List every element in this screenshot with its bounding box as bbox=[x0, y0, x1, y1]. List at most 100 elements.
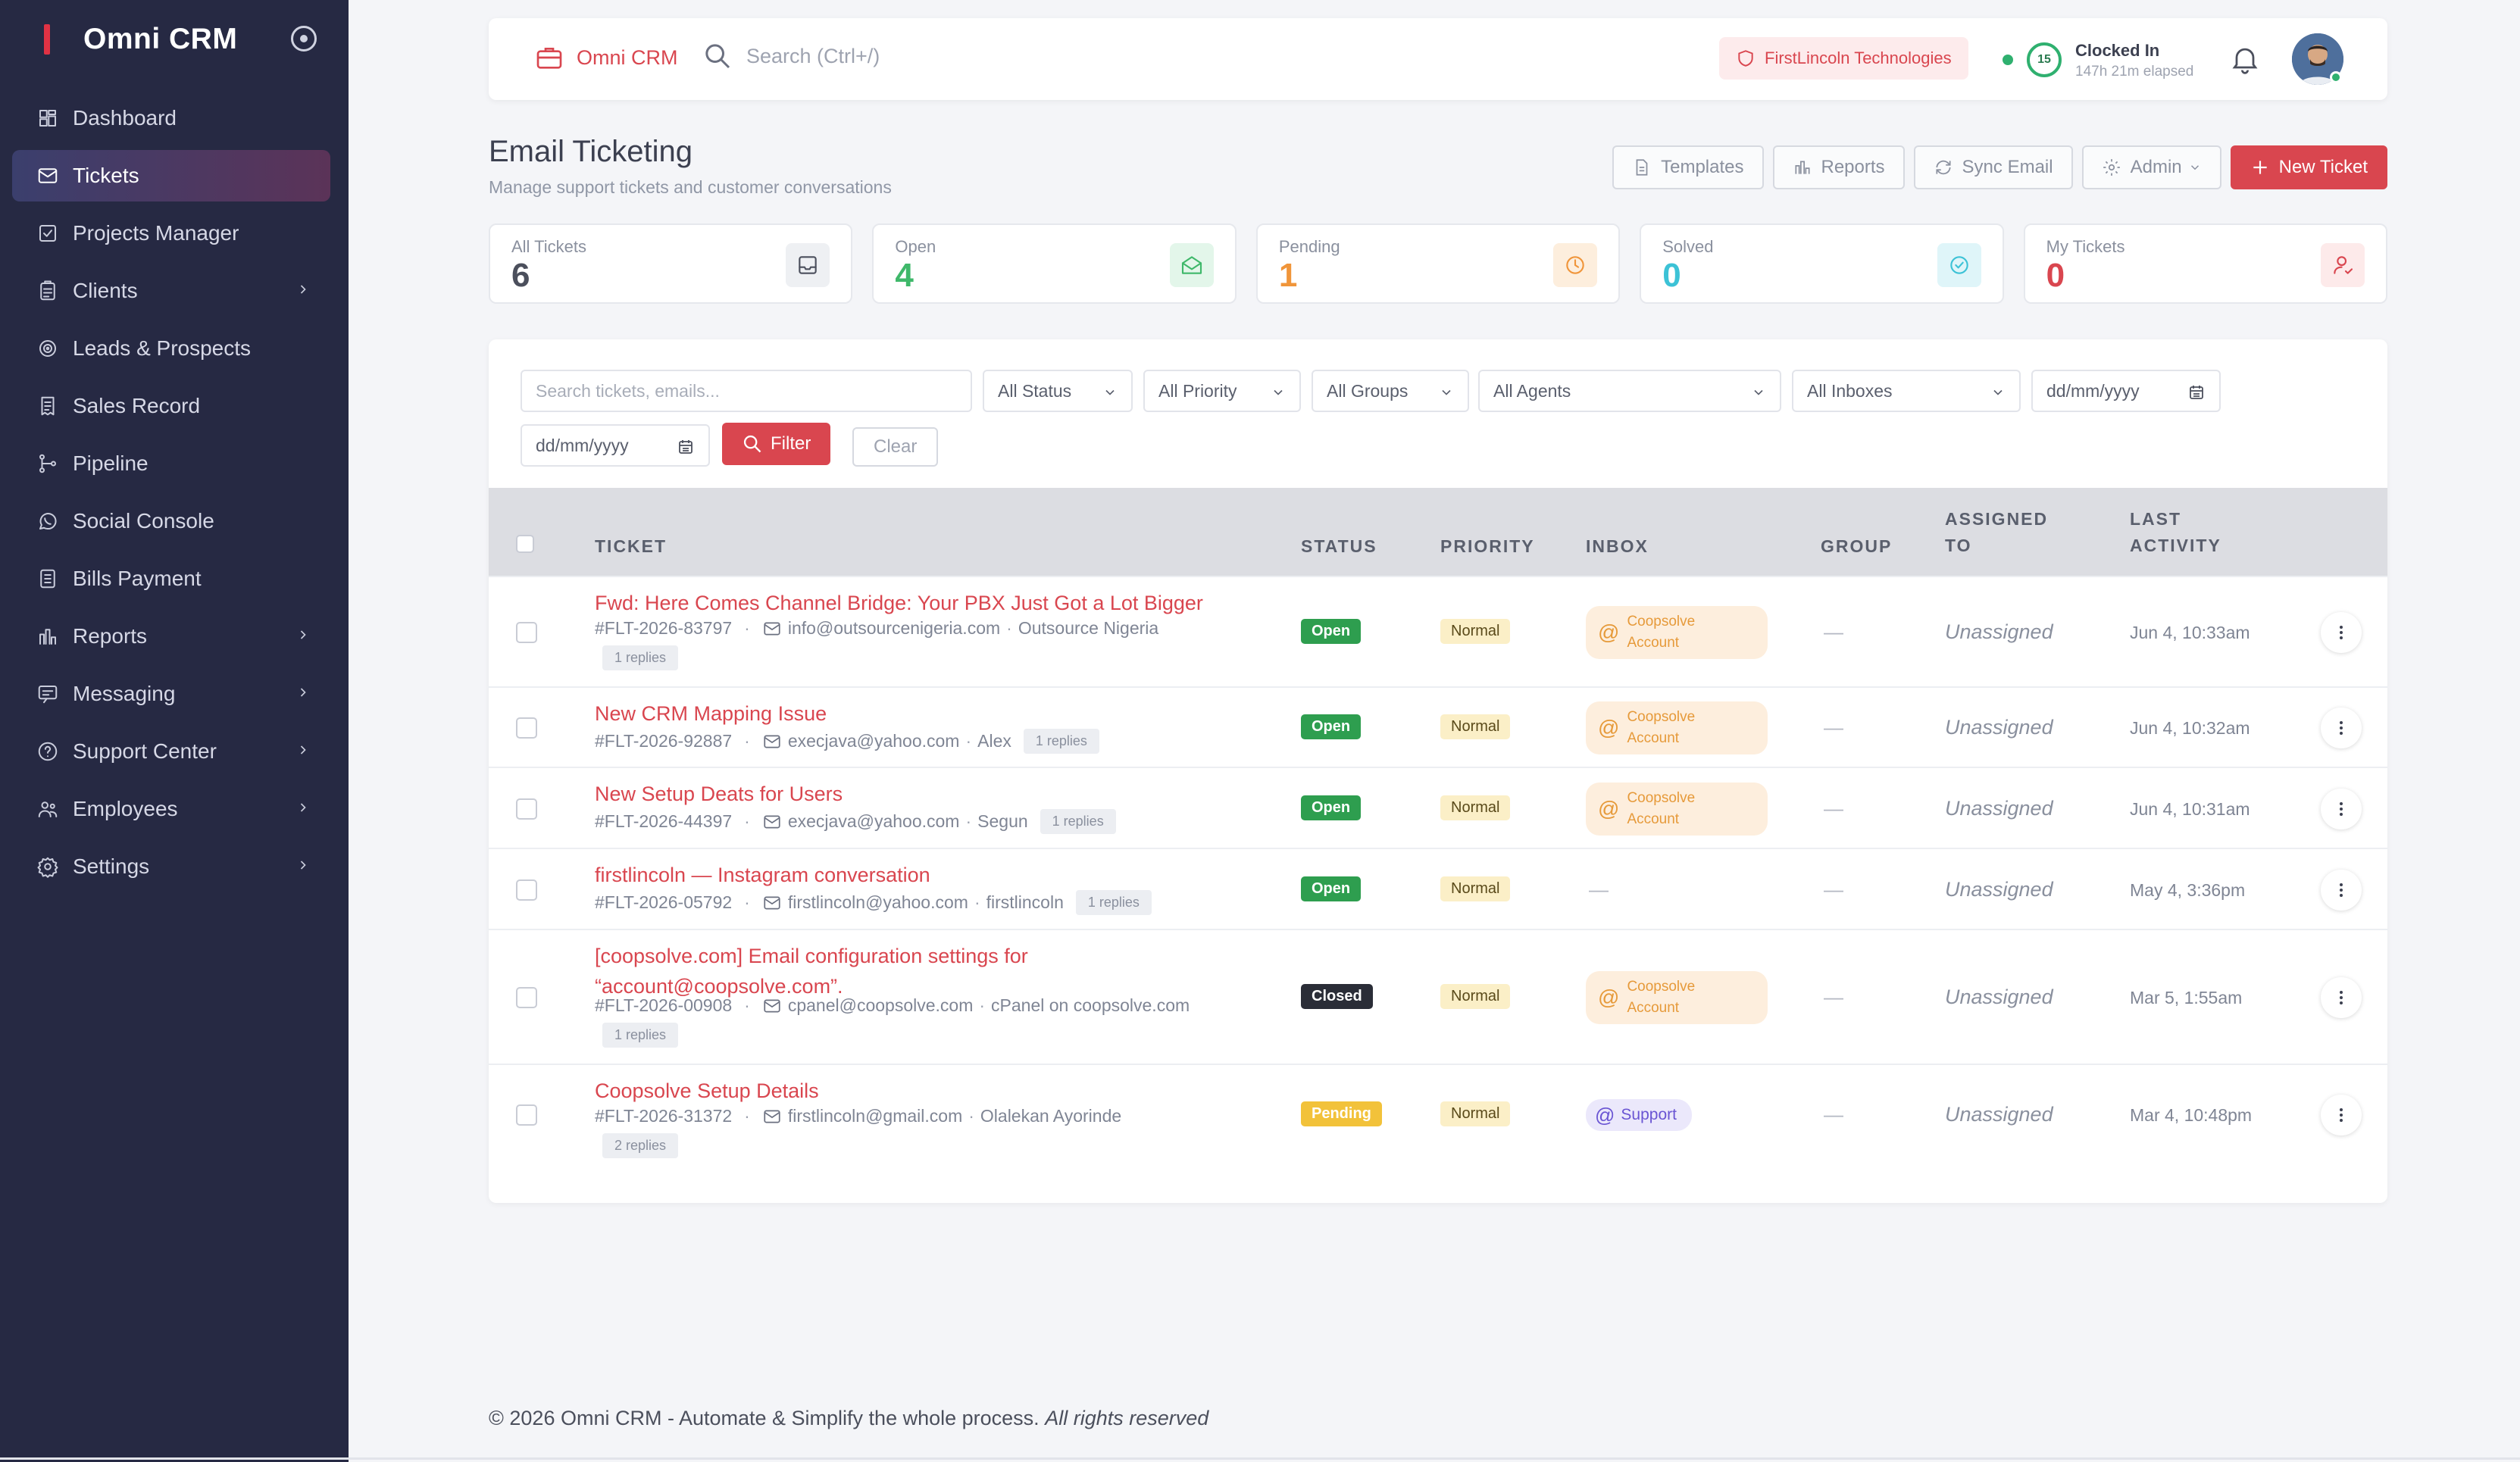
sidebar-brand: Omni CRM bbox=[44, 21, 332, 58]
status-select[interactable]: All Status bbox=[983, 370, 1133, 412]
row-checkbox[interactable] bbox=[516, 1104, 537, 1126]
bell-icon[interactable] bbox=[2228, 42, 2262, 76]
row-checkbox[interactable] bbox=[516, 987, 537, 1008]
sidebar-item-leads-prospects[interactable]: Leads & Prospects bbox=[12, 323, 330, 374]
filter-button[interactable]: Filter bbox=[722, 423, 831, 465]
inbox-name-line1: Coopsolve bbox=[1627, 709, 1696, 725]
sidebar-item-clients[interactable]: Clients bbox=[12, 265, 330, 317]
row-checkbox[interactable] bbox=[516, 798, 537, 820]
priority-select[interactable]: All Priority bbox=[1143, 370, 1301, 412]
sidebar-item-settings[interactable]: Settings bbox=[12, 841, 330, 892]
row-actions-button[interactable] bbox=[2321, 788, 2362, 829]
col-last-activity[interactable]: LAST ACTIVITY bbox=[2130, 506, 2221, 559]
sidebar-item-tickets[interactable]: Tickets bbox=[12, 150, 330, 201]
sidebar-item-support-center[interactable]: Support Center bbox=[12, 726, 330, 777]
stat-card-open[interactable]: Open 4 bbox=[872, 223, 1237, 304]
company-switcher[interactable]: FirstLincoln Technologies bbox=[1719, 37, 1968, 80]
topbar-brand[interactable]: Omni CRM bbox=[534, 42, 678, 73]
col-inbox[interactable]: INBOX bbox=[1586, 533, 1649, 560]
pipeline-icon bbox=[36, 452, 59, 475]
reports-button[interactable]: Reports bbox=[1772, 145, 1905, 189]
sidebar-toggle-icon[interactable] bbox=[291, 26, 317, 52]
sidebar-item-social-console[interactable]: Social Console bbox=[12, 495, 330, 547]
row-actions-button[interactable] bbox=[2321, 1095, 2362, 1136]
mail-icon bbox=[764, 815, 780, 828]
ticket-email: execjava@yahoo.com bbox=[787, 731, 960, 751]
sidebar-item-pipeline[interactable]: Pipeline bbox=[12, 438, 330, 489]
row-actions-button[interactable] bbox=[2321, 708, 2362, 748]
group-value: — bbox=[1824, 716, 1843, 739]
row-actions-button[interactable] bbox=[2321, 869, 2362, 911]
new-ticket-button[interactable]: New Ticket bbox=[2230, 145, 2387, 189]
table-row[interactable]: Fwd: Here Comes Channel Bridge: Your PBX… bbox=[489, 576, 2387, 686]
row-actions-button[interactable] bbox=[2321, 977, 2362, 1018]
groups-select[interactable]: All Groups bbox=[1312, 370, 1469, 412]
ticket-title[interactable]: Coopsolve Setup Details bbox=[595, 1076, 819, 1106]
clear-button[interactable]: Clear bbox=[852, 427, 939, 467]
status-badge: Closed bbox=[1301, 984, 1373, 1009]
assigned-value[interactable]: Unassigned bbox=[1945, 878, 2053, 901]
table-row[interactable]: Coopsolve Setup Details #FLT-2026-31372 · f… bbox=[489, 1064, 2387, 1164]
sync-email-button[interactable]: Sync Email bbox=[1913, 145, 2073, 189]
table-row[interactable]: New CRM Mapping Issue #FLT-2026-92887 · exe… bbox=[489, 686, 2387, 767]
assigned-value[interactable]: Unassigned bbox=[1945, 797, 2053, 820]
stat-label: Pending bbox=[1278, 237, 1340, 256]
clear-label: Clear bbox=[874, 436, 918, 457]
table-row[interactable]: [coopsolve.com] Email configuration sett… bbox=[489, 929, 2387, 1064]
sidebar-item-dashboard[interactable]: Dashboard bbox=[12, 92, 330, 144]
ticket-title[interactable]: New Setup Deats for Users bbox=[595, 779, 843, 809]
col-priority[interactable]: PRIORITY bbox=[1440, 533, 1535, 560]
admin-dropdown[interactable]: Admin bbox=[2081, 145, 2221, 189]
assigned-value[interactable]: Unassigned bbox=[1945, 1103, 2053, 1126]
calendar-icon[interactable] bbox=[677, 438, 695, 456]
date-to-input[interactable]: dd/mm/yyyy bbox=[521, 424, 710, 467]
global-search[interactable]: Search (Ctrl+/) bbox=[702, 41, 880, 71]
sidebar-item-bills-payment[interactable]: Bills Payment bbox=[12, 553, 330, 604]
stat-card-solved[interactable]: Solved 0 bbox=[1640, 223, 2004, 304]
sidebar-item-sales-record[interactable]: Sales Record bbox=[12, 380, 330, 432]
stat-card-my-tickets[interactable]: My Tickets 0 bbox=[2023, 223, 2388, 304]
agents-select[interactable]: All Agents bbox=[1478, 370, 1781, 412]
table-row[interactable]: firstlincoln — Instagram conversation #FL… bbox=[489, 848, 2387, 929]
select-all-checkbox[interactable] bbox=[516, 535, 534, 553]
row-actions-button[interactable] bbox=[2321, 612, 2362, 653]
date-from-input[interactable]: dd/mm/yyyy bbox=[2031, 370, 2221, 412]
row-checkbox[interactable] bbox=[516, 622, 537, 643]
sidebar-item-messaging[interactable]: Messaging bbox=[12, 668, 330, 720]
calendar-icon[interactable] bbox=[2187, 383, 2206, 401]
templates-button[interactable]: Templates bbox=[1612, 145, 1764, 189]
ticket-title[interactable]: firstlincoln — Instagram conversation bbox=[595, 860, 930, 890]
sidebar-item-employees[interactable]: Employees bbox=[12, 783, 330, 835]
sidebar-item-projects-manager[interactable]: Projects Manager bbox=[12, 208, 330, 259]
col-status[interactable]: STATUS bbox=[1301, 533, 1377, 560]
admin-label: Admin bbox=[2130, 157, 2182, 177]
col-group[interactable]: GROUP bbox=[1821, 533, 1892, 560]
ticket-email: info@outsourcenigeria.com bbox=[787, 618, 1001, 638]
table-row[interactable]: New Setup Deats for Users #FLT-2026-44397… bbox=[489, 767, 2387, 848]
ticket-search-input[interactable]: Search tickets, emails... bbox=[521, 370, 972, 412]
kebab-menu-icon bbox=[2340, 1108, 2343, 1122]
col-ticket[interactable]: TICKET bbox=[595, 533, 667, 560]
assigned-value[interactable]: Unassigned bbox=[1945, 620, 2053, 644]
at-icon: @ bbox=[1598, 716, 1620, 739]
inboxes-select[interactable]: All Inboxes bbox=[1792, 370, 2021, 412]
row-checkbox[interactable] bbox=[516, 717, 537, 739]
assigned-value[interactable]: Unassigned bbox=[1945, 986, 2053, 1009]
sidebar-item-reports[interactable]: Reports bbox=[12, 611, 330, 662]
ticket-title[interactable]: Fwd: Here Comes Channel Bridge: Your PBX… bbox=[595, 588, 1203, 618]
ticket-title[interactable]: [coopsolve.com] Email configuration sett… bbox=[595, 941, 1028, 1001]
target-icon bbox=[39, 340, 56, 357]
topbar-brand-label: Omni CRM bbox=[577, 45, 678, 69]
stat-card-all-tickets[interactable]: All Tickets 6 bbox=[489, 223, 853, 304]
col-assigned-to[interactable]: ASSIGNED TO bbox=[1945, 506, 2048, 559]
clock-badge[interactable]: 15 bbox=[2027, 42, 2062, 77]
clock-status[interactable]: Clocked In 147h 21m elapsed bbox=[2075, 41, 2193, 80]
stat-card-pending[interactable]: Pending 1 bbox=[1255, 223, 1621, 304]
row-checkbox[interactable] bbox=[516, 879, 537, 901]
sync-email-label: Sync Email bbox=[1962, 157, 2053, 177]
header-actions: Templates Reports Sync Email Admin New T… bbox=[1612, 145, 2387, 189]
kebab-menu-icon bbox=[2340, 883, 2343, 897]
ticket-title[interactable]: New CRM Mapping Issue bbox=[595, 698, 827, 729]
ticket-email: firstlincoln@yahoo.com bbox=[787, 892, 968, 912]
assigned-value[interactable]: Unassigned bbox=[1945, 716, 2053, 739]
